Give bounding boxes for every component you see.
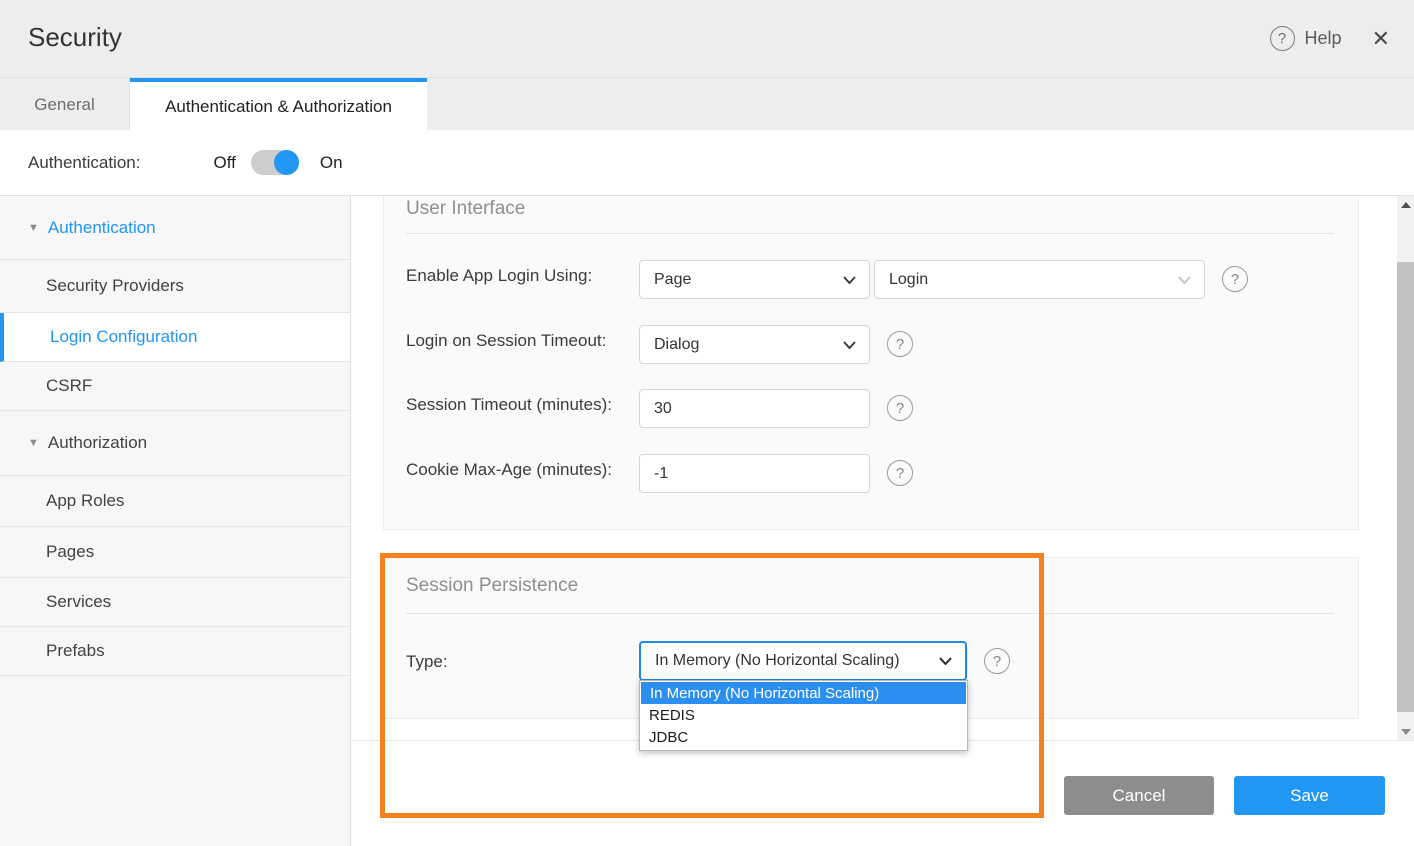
sidebar-item-services[interactable]: Services (0, 578, 350, 627)
chevron-down-icon (1178, 276, 1191, 284)
triangle-down-icon (1401, 729, 1411, 735)
session-timeout-input[interactable] (639, 389, 870, 428)
settings-sidebar: ▼ Authentication Security Providers Logi… (0, 196, 351, 846)
authentication-toggle[interactable] (251, 150, 299, 175)
sidebar-item-label: Prefabs (46, 641, 105, 661)
sidebar-item-pages[interactable]: Pages (0, 527, 350, 578)
sidebar-item-label: CSRF (46, 376, 92, 396)
type-select-dropdown: In Memory (No Horizontal Scaling) REDIS … (639, 680, 968, 751)
help-icon[interactable]: ? (887, 331, 913, 357)
chevron-down-icon (843, 341, 856, 349)
security-dialog: Security ? Help ✕ General Authentication… (0, 0, 1414, 846)
scroll-down-button[interactable] (1397, 723, 1414, 740)
collapse-triangle-icon: ▼ (28, 437, 39, 449)
sidebar-item-app-roles[interactable]: App Roles (0, 476, 350, 527)
sidebar-item-prefabs[interactable]: Prefabs (0, 627, 350, 676)
tab-authentication-authorization[interactable]: Authentication & Authorization (130, 78, 427, 131)
authentication-label: Authentication: (28, 153, 140, 173)
chevron-down-icon (939, 657, 952, 665)
dropdown-option-in-memory[interactable]: In Memory (No Horizontal Scaling) (641, 682, 966, 704)
section-divider (406, 613, 1334, 614)
sidebar-group-authorization[interactable]: ▼ Authorization (0, 411, 350, 476)
sidebar-item-label: Services (46, 592, 111, 612)
select-value: In Memory (No Horizontal Scaling) (655, 652, 900, 670)
sidebar-item-security-providers[interactable]: Security Providers (0, 260, 350, 313)
toggle-off-label: Off (213, 153, 235, 173)
login-session-timeout-label: Login on Session Timeout: (406, 331, 606, 351)
enable-app-login-select[interactable]: Page (639, 260, 870, 299)
help-label: Help (1305, 28, 1342, 49)
vertical-scrollbar[interactable] (1397, 196, 1414, 740)
sidebar-item-label: App Roles (46, 491, 124, 511)
chevron-down-icon (843, 276, 856, 284)
cookie-max-age-input[interactable] (639, 454, 870, 493)
section-title: Session Persistence (406, 575, 578, 597)
type-label: Type: (406, 652, 448, 672)
sidebar-group-authentication[interactable]: ▼ Authentication (0, 196, 350, 260)
sidebar-item-label: Pages (46, 542, 94, 562)
enable-app-login-label: Enable App Login Using: (406, 266, 592, 286)
help-button[interactable]: ? Help (1270, 26, 1342, 51)
sidebar-item-label: Security Providers (46, 276, 184, 296)
title-bar: Security ? Help ✕ (0, 0, 1414, 77)
sidebar-group-label: Authentication (48, 218, 156, 238)
settings-main: User Interface Enable App Login Using: P… (352, 196, 1414, 846)
scroll-up-button[interactable] (1397, 196, 1414, 213)
sidebar-item-login-configuration[interactable]: Login Configuration (0, 313, 350, 362)
select-value: Login (889, 271, 928, 289)
dropdown-option-redis[interactable]: REDIS (640, 704, 967, 726)
sidebar-item-label: Login Configuration (50, 327, 197, 347)
collapse-triangle-icon: ▼ (28, 222, 39, 234)
cancel-button[interactable]: Cancel (1064, 776, 1214, 815)
tab-bar: General Authentication & Authorization (0, 77, 1414, 130)
close-icon[interactable]: ✕ (1372, 28, 1390, 50)
session-timeout-label: Session Timeout (minutes): (406, 395, 612, 415)
section-divider (406, 233, 1334, 234)
toggle-knob (274, 150, 299, 175)
login-session-timeout-select[interactable]: Dialog (639, 325, 870, 364)
dialog-footer: Cancel Save (352, 740, 1414, 846)
help-icon[interactable]: ? (984, 648, 1010, 674)
select-value: Dialog (654, 336, 699, 354)
triangle-up-icon (1401, 202, 1411, 208)
section-title: User Interface (406, 198, 525, 220)
user-interface-section: User Interface Enable App Login Using: P… (383, 196, 1359, 530)
authentication-toggle-row: Authentication: Off On (0, 130, 1414, 196)
tab-general[interactable]: General (0, 78, 130, 131)
sidebar-item-csrf[interactable]: CSRF (0, 362, 350, 411)
sidebar-group-label: Authorization (48, 433, 147, 453)
session-persistence-type-select[interactable]: In Memory (No Horizontal Scaling) (639, 641, 967, 681)
help-icon[interactable]: ? (887, 395, 913, 421)
scrollbar-thumb[interactable] (1397, 262, 1414, 712)
cookie-max-age-label: Cookie Max-Age (minutes): (406, 460, 612, 480)
select-value: Page (654, 271, 691, 289)
toggle-on-label: On (320, 153, 343, 173)
dropdown-option-jdbc[interactable]: JDBC (640, 726, 967, 748)
help-icon[interactable]: ? (887, 460, 913, 486)
help-icon[interactable]: ? (1222, 266, 1248, 292)
save-button[interactable]: Save (1234, 776, 1385, 815)
page-title: Security (28, 22, 122, 53)
login-page-select[interactable]: Login (874, 260, 1205, 299)
help-circle-icon: ? (1270, 26, 1295, 51)
